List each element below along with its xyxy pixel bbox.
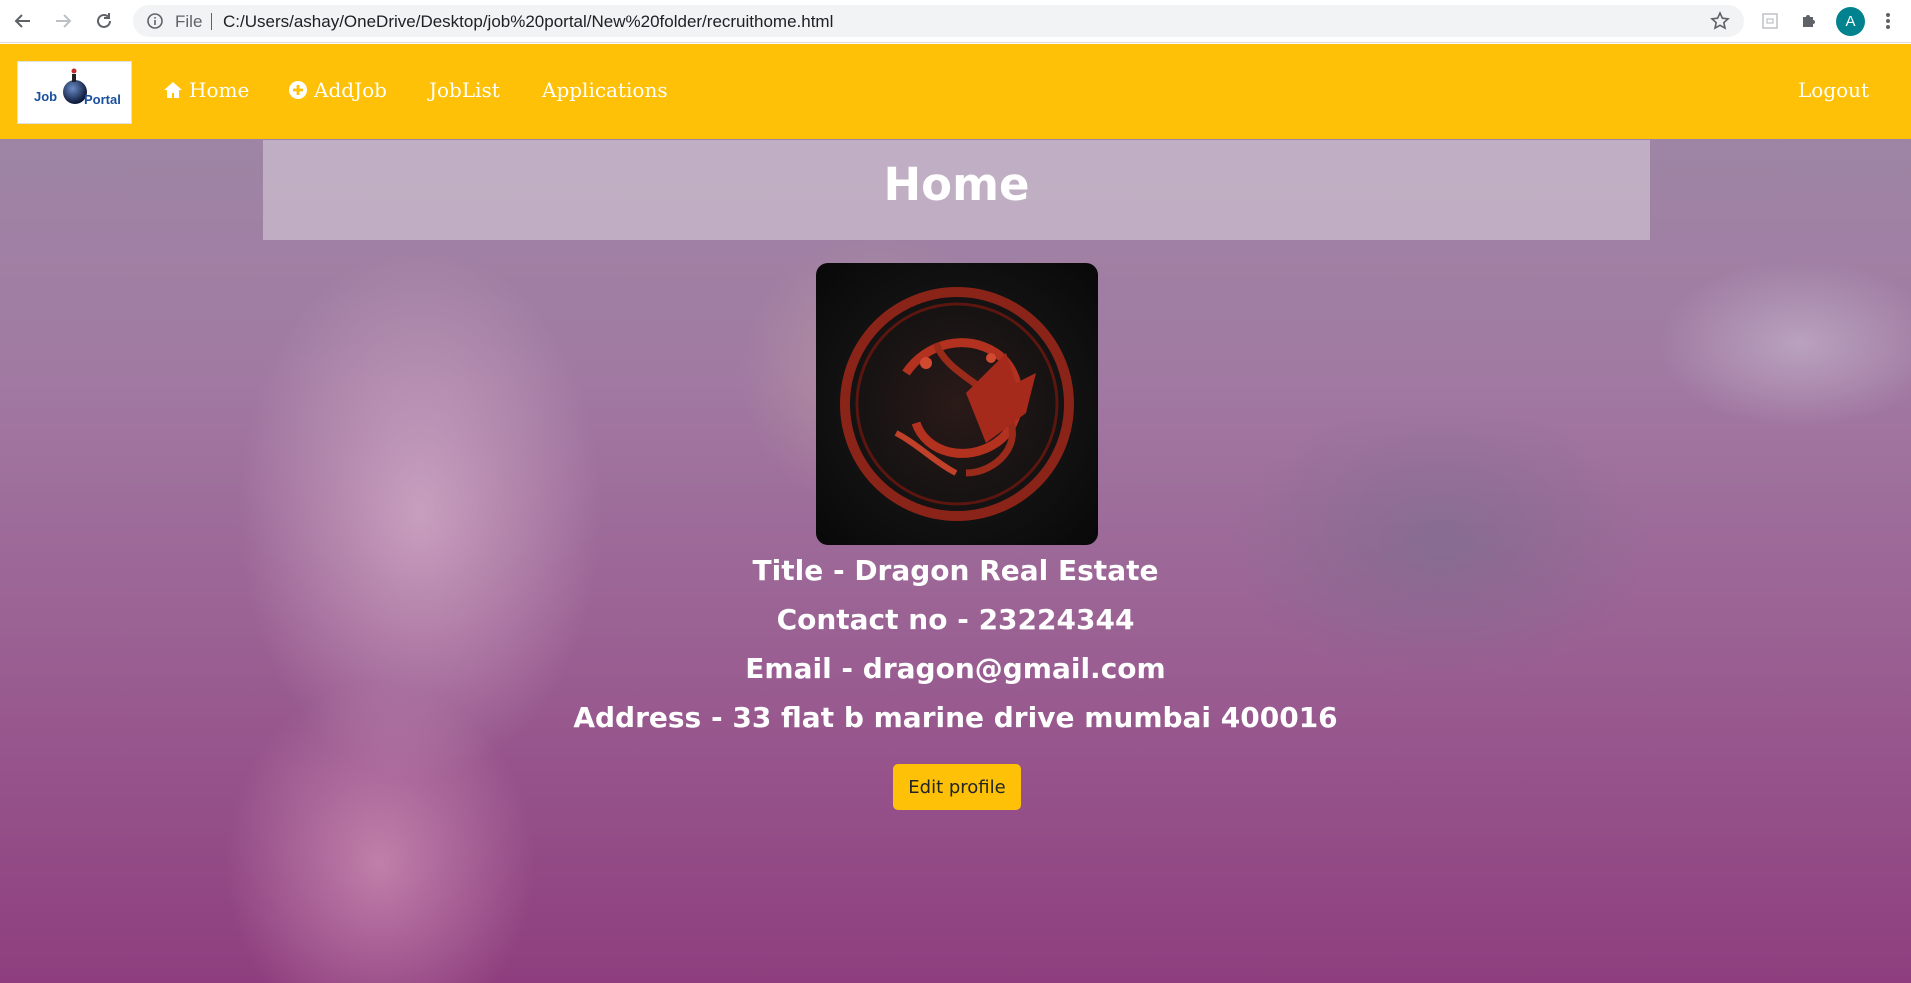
kebab-menu-icon[interactable] [1876,9,1900,33]
profile-avatar[interactable]: A [1836,7,1865,36]
logo-text-job: Job [34,89,58,104]
nav-home-label: Home [189,78,250,102]
page-viewport: Job Portal Home AddJob JobList Applicati… [0,44,1911,983]
job-portal-logo[interactable]: Job Portal [17,61,132,124]
nav-addjob-label: AddJob [314,78,387,102]
profile-email: Email - dragon@gmail.com [745,652,1166,685]
bookmark-star-icon[interactable] [1710,11,1730,31]
dragon-sigil-artwork [840,287,1074,521]
forward-icon[interactable] [51,9,75,33]
nav-joblist-label: JobList [429,78,500,102]
profile-address: Address - 33 flat b marine drive mumbai … [573,701,1338,734]
extension-icon[interactable] [1758,9,1782,33]
top-navbar: Job Portal Home AddJob JobList Applicati… [0,44,1911,139]
omnibox-divider [211,13,212,30]
dragon-sigil-image [816,263,1098,545]
url-text[interactable]: C:/Users/ashay/OneDrive/Desktop/job%20po… [223,12,833,32]
puzzle-extensions-icon[interactable] [1797,9,1821,33]
page-title: Home [883,158,1030,211]
reload-icon[interactable] [92,9,116,33]
home-icon [164,82,182,98]
nav-home-link[interactable]: Home [163,78,249,102]
nav-addjob-link[interactable]: AddJob [288,78,387,102]
logo-text-portal: Portal [84,92,121,107]
info-icon[interactable] [146,12,164,30]
browser-toolbar: File C:/Users/ashay/OneDrive/Desktop/job… [0,0,1911,43]
nav-applications-label: Applications [542,78,668,102]
nav-logout-label: Logout [1798,78,1870,102]
home-header-panel: Home [263,140,1650,240]
profile-contact: Contact no - 23224344 [776,603,1135,636]
back-icon[interactable] [11,9,35,33]
edit-profile-button[interactable]: Edit profile [893,764,1021,810]
address-bar[interactable]: File C:/Users/ashay/OneDrive/Desktop/job… [133,5,1744,37]
plus-circle-icon [289,81,307,99]
nav-applications-link[interactable]: Applications [542,78,668,102]
nav-logout-link[interactable]: Logout [1798,78,1869,102]
file-label: File [175,12,203,31]
figure-icon [71,68,77,82]
nav-joblist-link[interactable]: JobList [429,78,500,102]
profile-title: Title - Dragon Real Estate [752,554,1159,587]
